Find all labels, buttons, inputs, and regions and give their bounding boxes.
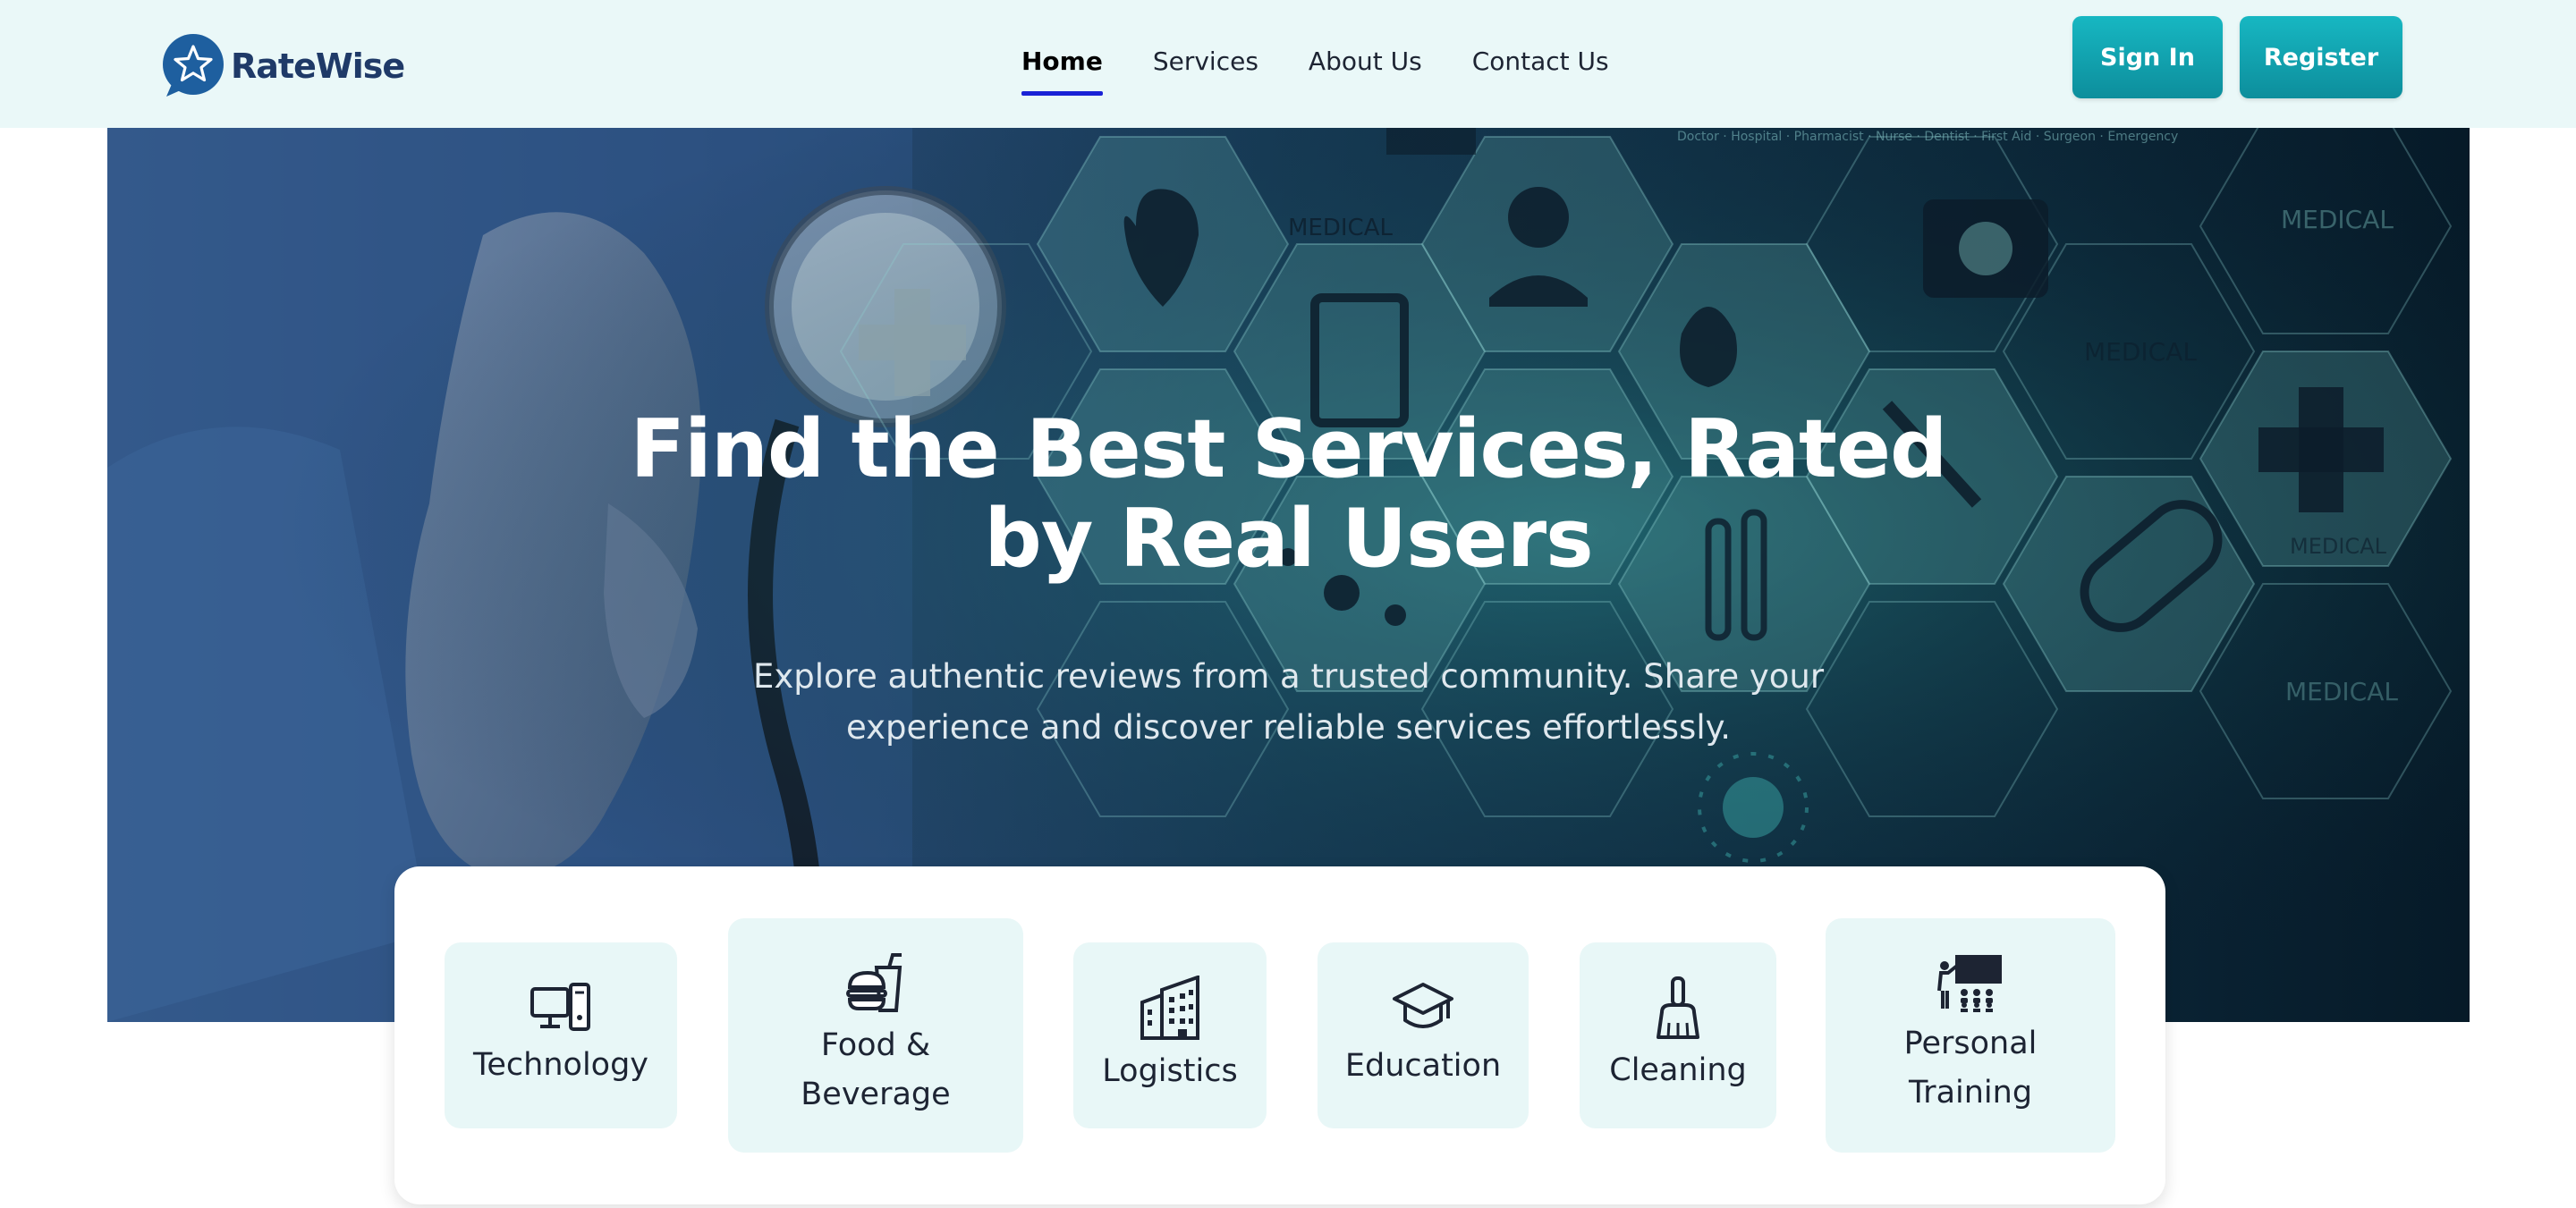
- category-logistics[interactable]: Logistics: [1073, 942, 1267, 1128]
- category-label: Training: [1908, 1075, 2033, 1111]
- nav-item-about-us[interactable]: About Us: [1309, 46, 1422, 96]
- broom-icon: [1657, 976, 1699, 1039]
- category-label: Personal: [1903, 1026, 2038, 1061]
- page: RateWise Home Services About Us Contact …: [0, 0, 2576, 1208]
- category-personal-training[interactable]: Personal Training: [1826, 918, 2115, 1153]
- category-label: Technology: [472, 1046, 649, 1083]
- hero-subtitle-line-2: experience and discover reliable service…: [846, 708, 1731, 747]
- nav-item-services[interactable]: Services: [1153, 46, 1258, 96]
- nav-item-contact-us[interactable]: Contact Us: [1472, 46, 1609, 96]
- category-label: Beverage: [801, 1077, 951, 1112]
- hero-title-line-1: Find the Best Services, Rated: [630, 402, 1948, 496]
- hero-subtitle-line-1: Explore authentic reviews from a trusted…: [752, 657, 1825, 696]
- register-button[interactable]: Register: [2240, 16, 2402, 98]
- burger-drink-icon: [846, 953, 902, 1012]
- brand-name: RateWise: [231, 46, 405, 86]
- svg-text:MEDICAL: MEDICAL: [2084, 337, 2197, 367]
- nav-item-home[interactable]: Home: [1021, 46, 1103, 96]
- svg-text:MEDICAL: MEDICAL: [1288, 215, 1393, 241]
- main-nav: Home Services About Us Contact Us: [1021, 46, 1659, 96]
- svg-text:MEDICAL: MEDICAL: [2281, 205, 2394, 234]
- building-icon: [1140, 975, 1199, 1040]
- category-label: Food &: [820, 1027, 931, 1063]
- graduation-cap-icon: [1393, 982, 1453, 1028]
- computer-icon: [530, 982, 590, 1031]
- category-panel: Technology Food & Beverage Logistics Edu…: [394, 866, 2165, 1204]
- hero-title: Find the Best Services, Rated by Real Us…: [107, 405, 2470, 584]
- category-food-beverage[interactable]: Food & Beverage: [728, 918, 1023, 1153]
- top-header: RateWise Home Services About Us Contact …: [0, 0, 2576, 128]
- category-label: Education: [1344, 1047, 1502, 1084]
- category-cleaning[interactable]: Cleaning: [1580, 942, 1776, 1128]
- hero-title-line-2: by Real Users: [984, 492, 1593, 586]
- brand-logo[interactable]: RateWise: [159, 32, 405, 100]
- trainer-board-icon: [1937, 955, 2002, 1012]
- svg-text:Doctor · Hospital · Pharmacist: Doctor · Hospital · Pharmacist · Nurse ·…: [1677, 130, 2178, 144]
- star-speech-bubble-icon: [159, 32, 227, 100]
- svg-text:MEDICAL: MEDICAL: [2285, 677, 2398, 706]
- sign-in-button[interactable]: Sign In: [2072, 16, 2223, 98]
- category-label: Logistics: [1102, 1052, 1238, 1089]
- hero-subtitle: Explore authentic reviews from a trusted…: [733, 651, 1843, 753]
- category-technology[interactable]: Technology: [445, 942, 677, 1128]
- category-label: Cleaning: [1609, 1052, 1747, 1088]
- category-education[interactable]: Education: [1318, 942, 1529, 1128]
